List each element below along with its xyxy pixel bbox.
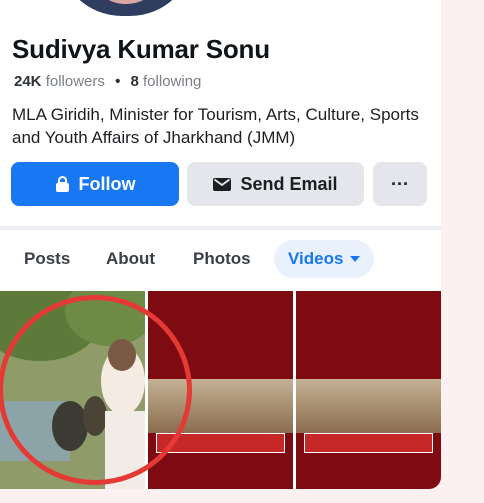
thumbnail-caption-strip: [304, 433, 433, 453]
follow-label: Follow: [78, 173, 136, 194]
video-thumbnail[interactable]: [296, 291, 441, 489]
thumbnail-assembly-scene: [296, 379, 441, 433]
tab-photos[interactable]: Photos: [193, 240, 251, 278]
profile-name: Sudivya Kumar Sonu: [12, 34, 270, 64]
caret-down-icon: [350, 256, 361, 262]
tab-posts[interactable]: Posts: [24, 240, 70, 278]
avatar[interactable]: [58, 0, 194, 16]
follow-icon: [55, 175, 70, 193]
tab-about-label: About: [106, 249, 156, 268]
avatar-photo: [86, 0, 166, 4]
tab-videos[interactable]: Videos: [274, 240, 375, 278]
envelope-icon: [213, 177, 232, 191]
stats-separator: •: [115, 73, 121, 90]
followers-count[interactable]: 24K: [14, 73, 42, 90]
follow-button[interactable]: Follow: [11, 162, 179, 206]
tab-photos-label: Photos: [193, 249, 251, 268]
more-options-button[interactable]: ···: [373, 162, 427, 206]
profile-bio: MLA Giridih, Minister for Tourism, Arts,…: [12, 105, 419, 147]
section-divider: [0, 226, 441, 230]
profile-stats: 24K followers • 8 following: [14, 73, 201, 90]
send-email-label: Send Email: [240, 173, 338, 194]
following-count[interactable]: 8: [131, 73, 139, 90]
followers-label[interactable]: followers: [46, 73, 105, 90]
highlight-ring: [0, 295, 192, 485]
tab-about[interactable]: About: [106, 240, 155, 278]
following-label[interactable]: following: [143, 73, 201, 90]
more-options-label: ···: [391, 173, 409, 194]
tab-posts-label: Posts: [24, 249, 71, 268]
tab-videos-label: Videos: [288, 249, 344, 268]
send-email-button[interactable]: Send Email: [187, 162, 364, 206]
